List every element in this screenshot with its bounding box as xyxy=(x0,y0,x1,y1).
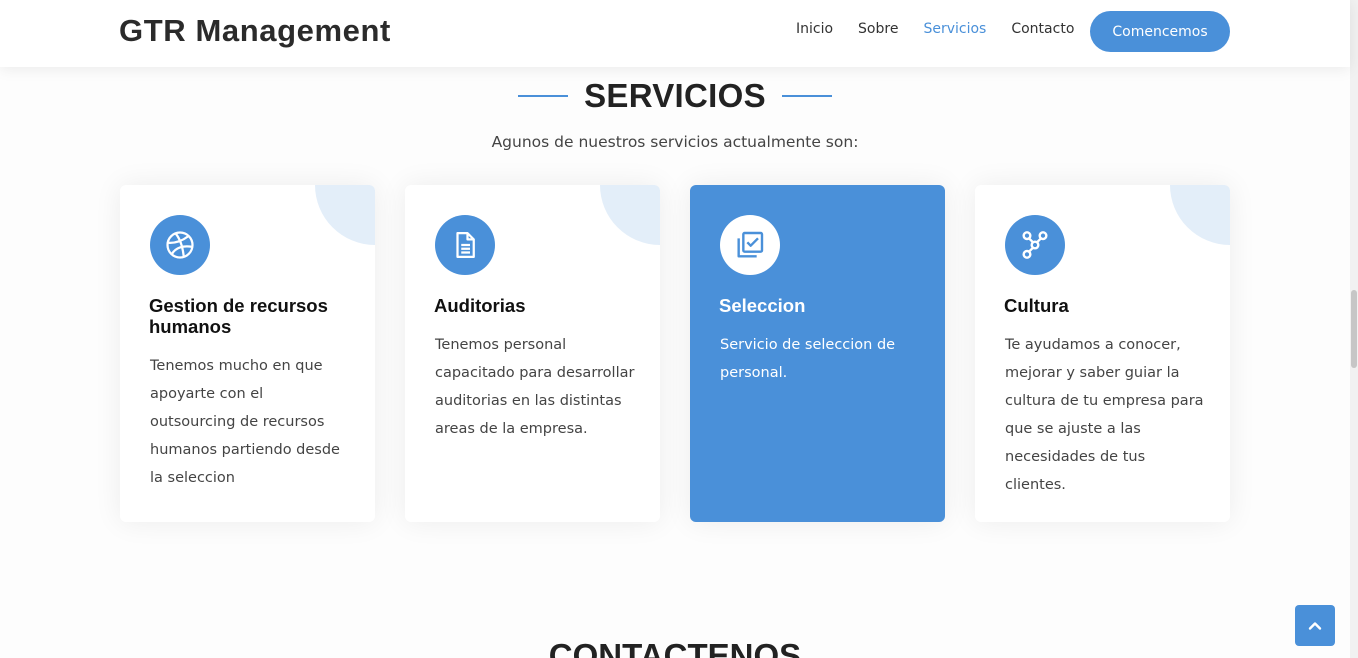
card-corner-decoration xyxy=(315,185,375,245)
card-title: Seleccion xyxy=(719,295,806,316)
services-title: SERVICIOS xyxy=(584,77,766,114)
card-title: Gestion de recursos humanos xyxy=(149,295,328,337)
service-card-seleccion[interactable]: Seleccion Servicio de seleccion de perso… xyxy=(690,185,945,522)
card-title: Auditorias xyxy=(434,295,526,316)
nav-link-servicios[interactable]: Servicios xyxy=(923,21,986,37)
card-corner-decoration xyxy=(1170,185,1230,245)
services-heading: SERVICIOS xyxy=(0,77,1350,115)
site-header: GTR Management Inicio Sobre Servicios Co… xyxy=(0,0,1350,67)
heading-line-right xyxy=(781,95,832,97)
document-icon xyxy=(435,215,495,275)
page: GTR Management Inicio Sobre Servicios Co… xyxy=(0,0,1358,658)
page-scrollbar[interactable] xyxy=(1350,0,1358,658)
card-description: Tenemos personal capacitado para desarro… xyxy=(435,337,635,437)
nav-link-sobre[interactable]: Sobre xyxy=(858,21,898,37)
service-card-cultura[interactable]: Cultura Te ayudamos a conocer, mejorar y… xyxy=(975,185,1230,522)
card-description: Te ayudamos a conocer, mejorar y saber g… xyxy=(1005,337,1204,493)
card-title: Cultura xyxy=(1004,295,1069,316)
back-to-top-button[interactable] xyxy=(1295,605,1335,646)
comencemos-button[interactable]: Comencemos xyxy=(1090,11,1230,52)
site-logo[interactable]: GTR Management xyxy=(119,13,391,49)
service-card-recursos-humanos[interactable]: Gestion de recursos humanos Tenemos much… xyxy=(120,185,375,522)
dribbble-icon xyxy=(150,215,210,275)
card-description: Tenemos mucho en que apoyarte con el out… xyxy=(150,358,340,486)
check-stack-icon xyxy=(720,215,780,275)
scrollbar-thumb[interactable] xyxy=(1351,290,1357,368)
nav-link-inicio[interactable]: Inicio xyxy=(796,21,833,37)
nav-link-contacto[interactable]: Contacto xyxy=(1011,21,1074,37)
heading-line-left xyxy=(518,95,569,97)
service-card-auditorias[interactable]: Auditorias Tenemos personal capacitado p… xyxy=(405,185,660,522)
chevron-up-icon xyxy=(1308,621,1322,630)
card-description: Servicio de seleccion de personal. xyxy=(720,337,896,381)
nodes-icon xyxy=(1005,215,1065,275)
main-nav: Inicio Sobre Servicios Contacto xyxy=(796,21,1099,37)
services-subtitle: Agunos de nuestros servicios actualmente… xyxy=(491,133,859,151)
contact-title: CONTACTENOS xyxy=(548,637,802,658)
card-corner-decoration xyxy=(600,185,660,245)
